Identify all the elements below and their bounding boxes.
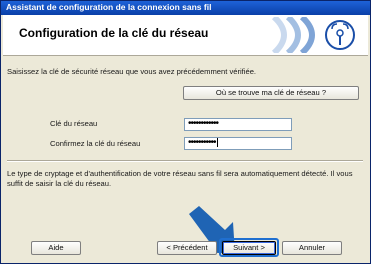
where-is-network-key-button[interactable]: Où se trouve ma clé de réseau ? — [183, 86, 359, 100]
instruction-text: Saisissez la clé de sécurité réseau que … — [7, 67, 257, 76]
wizard-header: Configuration de la clé du réseau — [3, 15, 368, 56]
wireless-signal-icon — [271, 17, 355, 53]
info-text: Le type de cryptage et d'authentificatio… — [7, 169, 353, 188]
window-title: Assistant de configuration de la connexi… — [6, 2, 212, 12]
network-key-field[interactable]: •••••••••••• — [184, 118, 292, 131]
back-button[interactable]: < Précédent — [157, 241, 217, 255]
title-bar[interactable]: Assistant de configuration de la connexi… — [1, 1, 370, 15]
confirm-network-key-label: Confirmez la clé du réseau — [50, 139, 141, 148]
wizard-content: Saisissez la clé de sécurité réseau que … — [3, 56, 368, 263]
network-key-label: Clé du réseau — [50, 119, 98, 128]
cancel-button[interactable]: Annuler — [282, 241, 342, 255]
confirm-network-key-value: ••••••••••• — [188, 137, 216, 149]
text-caret — [216, 138, 218, 147]
separator — [7, 160, 363, 162]
help-button[interactable]: Aide — [31, 241, 81, 255]
page-title: Configuration de la clé du réseau — [19, 26, 209, 40]
next-button[interactable]: Suivant > — [222, 241, 276, 255]
confirm-network-key-field[interactable]: ••••••••••• — [184, 137, 292, 150]
wizard-window: Assistant de configuration de la connexi… — [0, 0, 371, 264]
where-is-network-key-label: Où se trouve ma clé de réseau ? — [215, 88, 327, 97]
